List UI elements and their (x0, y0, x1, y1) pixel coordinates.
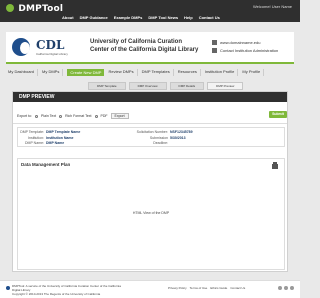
institution-links: www.domainname.edu Contact Institution A… (212, 40, 278, 56)
facebook-icon[interactable] (278, 286, 282, 290)
export-controls: Export to: Plain Text Rich Format Text P… (17, 113, 129, 119)
dmp-name-value: DMP Name (46, 141, 65, 145)
mail-icon (212, 48, 217, 53)
footer-terms-link[interactable]: Terms of Use (190, 286, 208, 290)
data-management-plan: Data Management Plan HTML View of the DM… (17, 158, 285, 270)
twitter-icon[interactable] (284, 286, 288, 290)
tab-my-dmps[interactable]: My DMPs (42, 69, 64, 76)
panel-title: DMP PREVIEW (13, 92, 287, 102)
globe-icon (212, 40, 217, 45)
deadline-label: Submission Deadline: (149, 135, 168, 146)
meta-right: Solicitation Number: NSF12345789 Submiss… (136, 130, 193, 147)
dmp-preview-panel: DMP PREVIEW Export to: Plain Text Rich F… (12, 91, 288, 272)
tab-review-dmps[interactable]: Review DMPs (108, 69, 138, 76)
footer-copyright: Copyright © 2010-2013 The Regents of the… (12, 292, 101, 296)
footer-privacy-link[interactable]: Privacy Policy (168, 286, 187, 290)
nav-dmp-guidance[interactable]: DMP Guidance (80, 15, 108, 20)
footer-service-text: DMPTool: A service of the University of … (12, 284, 121, 292)
top-nav: About DMP Guidance Example DMPs DMP Tool… (62, 15, 220, 20)
nav-about[interactable]: About (62, 15, 74, 20)
export-option-rich-text: Rich Format Text (65, 114, 92, 118)
welcome-text: Welcome! User Name (252, 4, 292, 9)
dmp-name-label: DMP Name: (25, 141, 44, 145)
sub-tabs: DMP Template DMP Overview DMP Details DM… (88, 82, 244, 90)
subtab-dmp-overview[interactable]: DMP Overview (128, 82, 167, 90)
printer-icon[interactable] (272, 162, 278, 169)
contact-admin-link[interactable]: Contact Institution Administration (220, 48, 278, 53)
plan-title: Data Management Plan (21, 162, 71, 167)
radio-pdf[interactable] (94, 114, 98, 118)
tab-create-new-dmp[interactable]: Create New DMP (67, 69, 105, 76)
nav-help[interactable]: Help (184, 15, 193, 20)
footer-links: Privacy Policy Terms of Use Ethics Guide… (168, 286, 245, 290)
footer-text: DMPTool: A service of the University of … (12, 284, 122, 296)
dmptool-logo-icon (6, 4, 14, 12)
institution-title: University of California Curation Center… (90, 39, 199, 53)
nav-dmp-tool-news[interactable]: DMP Tool News (148, 15, 178, 20)
submit-button[interactable]: Submit (269, 111, 287, 118)
radio-plain-text[interactable] (34, 114, 38, 118)
nav-contact-us[interactable]: Contact Us (199, 15, 220, 20)
subtab-dmp-template[interactable]: DMP Template (88, 82, 126, 90)
cdl-logo-subtitle: California Digital Library (36, 52, 68, 56)
radio-rich-format-text[interactable] (59, 114, 63, 118)
tab-my-dashboard[interactable]: My Dashboard (8, 69, 39, 76)
nav-example-dmps[interactable]: Example DMPs (114, 15, 143, 20)
cdl-logo-icon (12, 38, 34, 58)
social-links (278, 286, 294, 290)
deadline-value: 5/30/2013 (170, 135, 186, 140)
meta-left: DMP Template: DMP Template Name Institut… (20, 130, 80, 147)
export-option-plain-text: Plain Text (40, 114, 57, 118)
tab-my-profile[interactable]: My Profile (242, 69, 265, 76)
rss-icon[interactable] (290, 286, 294, 290)
footer-contact-link[interactable]: Contact Us (230, 286, 245, 290)
domain-link[interactable]: www.domainname.edu (220, 40, 260, 45)
export-option-pdf: PDF (100, 114, 108, 118)
tab-institution-profile[interactable]: Institution Profile (205, 69, 239, 76)
uc-logo-icon (6, 286, 10, 290)
subtab-dmp-details[interactable]: DMP Details (169, 82, 205, 90)
top-bar: DMPTool Welcome! User Name About DMP Gui… (0, 0, 300, 22)
main-tabs: My Dashboard My DMPs Create New DMP Revi… (8, 69, 265, 76)
tab-dmp-templates[interactable]: DMP Templates (142, 69, 174, 76)
subtab-dmp-preview[interactable]: DMP Preview (207, 82, 244, 90)
export-button[interactable]: Export (110, 113, 129, 119)
dmp-metadata: DMP Template: DMP Template Name Institut… (17, 127, 285, 147)
footer-ethics-link[interactable]: Ethics Guide (210, 286, 227, 290)
plan-body: HTML View of the DMP (132, 211, 170, 215)
cdl-logo-text: CDL (36, 38, 65, 52)
tab-resources[interactable]: Resources (178, 69, 201, 76)
export-label: Export to: (17, 114, 32, 118)
brand[interactable]: DMPTool (6, 4, 63, 14)
footer: DMPTool: A service of the University of … (0, 280, 300, 298)
institution-banner: CDL California Digital Library Universit… (6, 32, 294, 64)
brand-name: DMPTool (18, 4, 64, 14)
divider (13, 123, 287, 124)
